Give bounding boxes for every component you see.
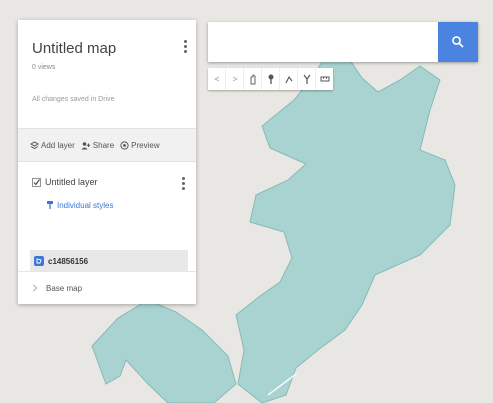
measure-tool[interactable] [316,68,333,90]
maps-app-window: Untitled map 0 views All changes saved i… [0,0,493,403]
base-map-label: Base map [46,283,83,293]
map-options-menu-icon[interactable] [184,40,188,55]
add-marker-tool[interactable] [262,68,280,90]
select-tool[interactable] [244,68,262,90]
individual-styles-link[interactable]: Individual styles [46,200,113,210]
ruler-icon [320,76,329,82]
layer-section: Untitled layer Individual styles c148561… [18,162,196,272]
base-map-row[interactable]: Base map [18,271,196,304]
panel-actions: Add layer Share Preview [18,128,196,162]
paint-roller-icon [47,201,53,209]
layer-row: Untitled layer [32,177,98,187]
search-icon [452,36,464,48]
hand-icon [250,74,255,85]
preview-label: Preview [131,140,160,150]
preview-button[interactable]: Preview [120,140,160,150]
layer-item-row[interactable]: c14856156 [30,250,188,272]
add-layer-button[interactable]: Add layer [30,141,75,150]
draw-line-icon [285,75,292,84]
draw-line-tool[interactable] [280,68,298,90]
preview-eye-icon [120,140,129,150]
directions-tool[interactable] [298,68,316,90]
undo-icon [213,76,219,82]
share-label: Share [92,140,115,150]
directions-icon [303,74,310,84]
map-toolbar [208,68,333,90]
save-status: All changes saved in Drive [32,96,115,103]
search-button[interactable] [438,22,478,62]
layer-title[interactable]: Untitled layer [45,177,98,187]
map-title[interactable]: Untitled map [32,40,116,57]
redo-icon [232,76,238,82]
add-layer-icon [30,140,39,149]
marker-icon [268,74,273,84]
add-layer-label: Add layer [41,140,75,150]
polygon-shape-icon [34,256,44,266]
map-view-count: 0 views [32,64,56,71]
layer-options-menu-icon[interactable] [182,177,186,192]
map-legend-panel: Untitled map 0 views All changes saved i… [18,20,196,304]
chevron-right-icon [33,284,38,292]
layer-item-label: c14856156 [48,256,89,266]
panel-header: Untitled map 0 views All changes saved i… [18,20,196,128]
individual-styles-label: Individual styles [57,200,114,210]
redo-button[interactable] [226,68,244,90]
search-box [208,22,478,62]
checkbox-checked-icon[interactable] [32,177,41,187]
undo-button[interactable] [208,68,226,90]
share-button[interactable]: Share [81,141,114,150]
search-input[interactable] [208,22,438,62]
share-people-icon [81,141,90,149]
